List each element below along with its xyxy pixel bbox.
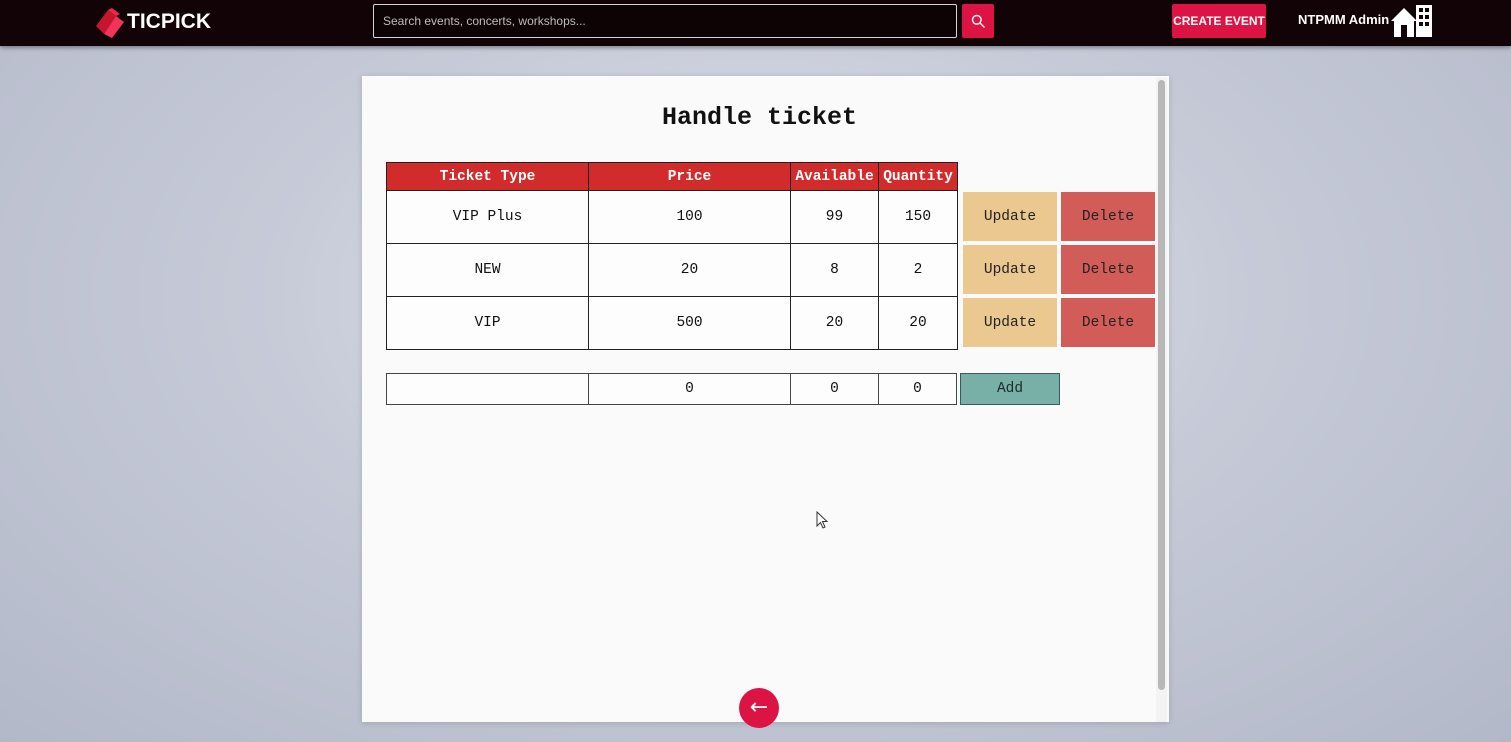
mouse-cursor-icon <box>816 511 828 529</box>
cell-available: 99 <box>790 190 879 244</box>
header-price: Price <box>588 162 791 191</box>
create-event-button[interactable]: CREATE EVENT <box>1172 4 1266 38</box>
cell-ticket-type: NEW <box>386 243 589 297</box>
cell-available: 20 <box>790 296 879 350</box>
update-button-row-2[interactable]: Update <box>963 245 1057 294</box>
new-available-input[interactable] <box>790 373 879 405</box>
cell-available: 8 <box>790 243 879 297</box>
cell-price: 20 <box>588 243 791 297</box>
search-icon <box>971 14 985 28</box>
table-row: VIP Plus 100 99 150 <box>386 190 958 244</box>
top-navbar: TICPICK CREATE EVENT NTPMM Admin <box>0 0 1511 46</box>
header-available: Available <box>790 162 879 191</box>
header-ticket-type: Ticket Type <box>386 162 589 191</box>
delete-button-row-2[interactable]: Delete <box>1061 245 1155 294</box>
search-button[interactable] <box>962 4 994 38</box>
delete-button-row-3[interactable]: Delete <box>1061 298 1155 347</box>
table-row: VIP 500 20 20 <box>386 296 958 350</box>
logo[interactable]: TICPICK <box>94 6 211 38</box>
header-quantity: Quantity <box>878 162 958 191</box>
update-button-row-1[interactable]: Update <box>963 192 1057 241</box>
cell-quantity: 150 <box>878 190 958 244</box>
ticket-logo-icon <box>96 8 124 38</box>
page-title: Handle ticket <box>661 103 858 132</box>
cell-price: 100 <box>588 190 791 244</box>
table-header-row: Ticket Type Price Available Quantity <box>386 162 958 191</box>
home-icon[interactable] <box>1391 4 1433 37</box>
new-quantity-input[interactable] <box>878 373 957 405</box>
new-ticket-type-input[interactable] <box>386 373 589 405</box>
user-name[interactable]: NTPMM Admin <box>1298 12 1389 27</box>
search-input[interactable] <box>373 4 957 38</box>
cell-quantity: 20 <box>878 296 958 350</box>
add-ticket-button[interactable]: Add <box>960 373 1060 405</box>
cell-quantity: 2 <box>878 243 958 297</box>
cell-ticket-type: VIP Plus <box>386 190 589 244</box>
scrollbar-thumb[interactable] <box>1158 80 1165 690</box>
new-price-input[interactable] <box>588 373 791 405</box>
cell-ticket-type: VIP <box>386 296 589 350</box>
ticket-table: Ticket Type Price Available Quantity VIP… <box>386 162 958 350</box>
back-button[interactable]: ← <box>739 688 779 728</box>
table-row: NEW 20 8 2 <box>386 243 958 297</box>
cell-price: 500 <box>588 296 791 350</box>
update-button-row-3[interactable]: Update <box>963 298 1057 347</box>
logo-text: TICPICK <box>127 10 211 33</box>
delete-button-row-1[interactable]: Delete <box>1061 192 1155 241</box>
